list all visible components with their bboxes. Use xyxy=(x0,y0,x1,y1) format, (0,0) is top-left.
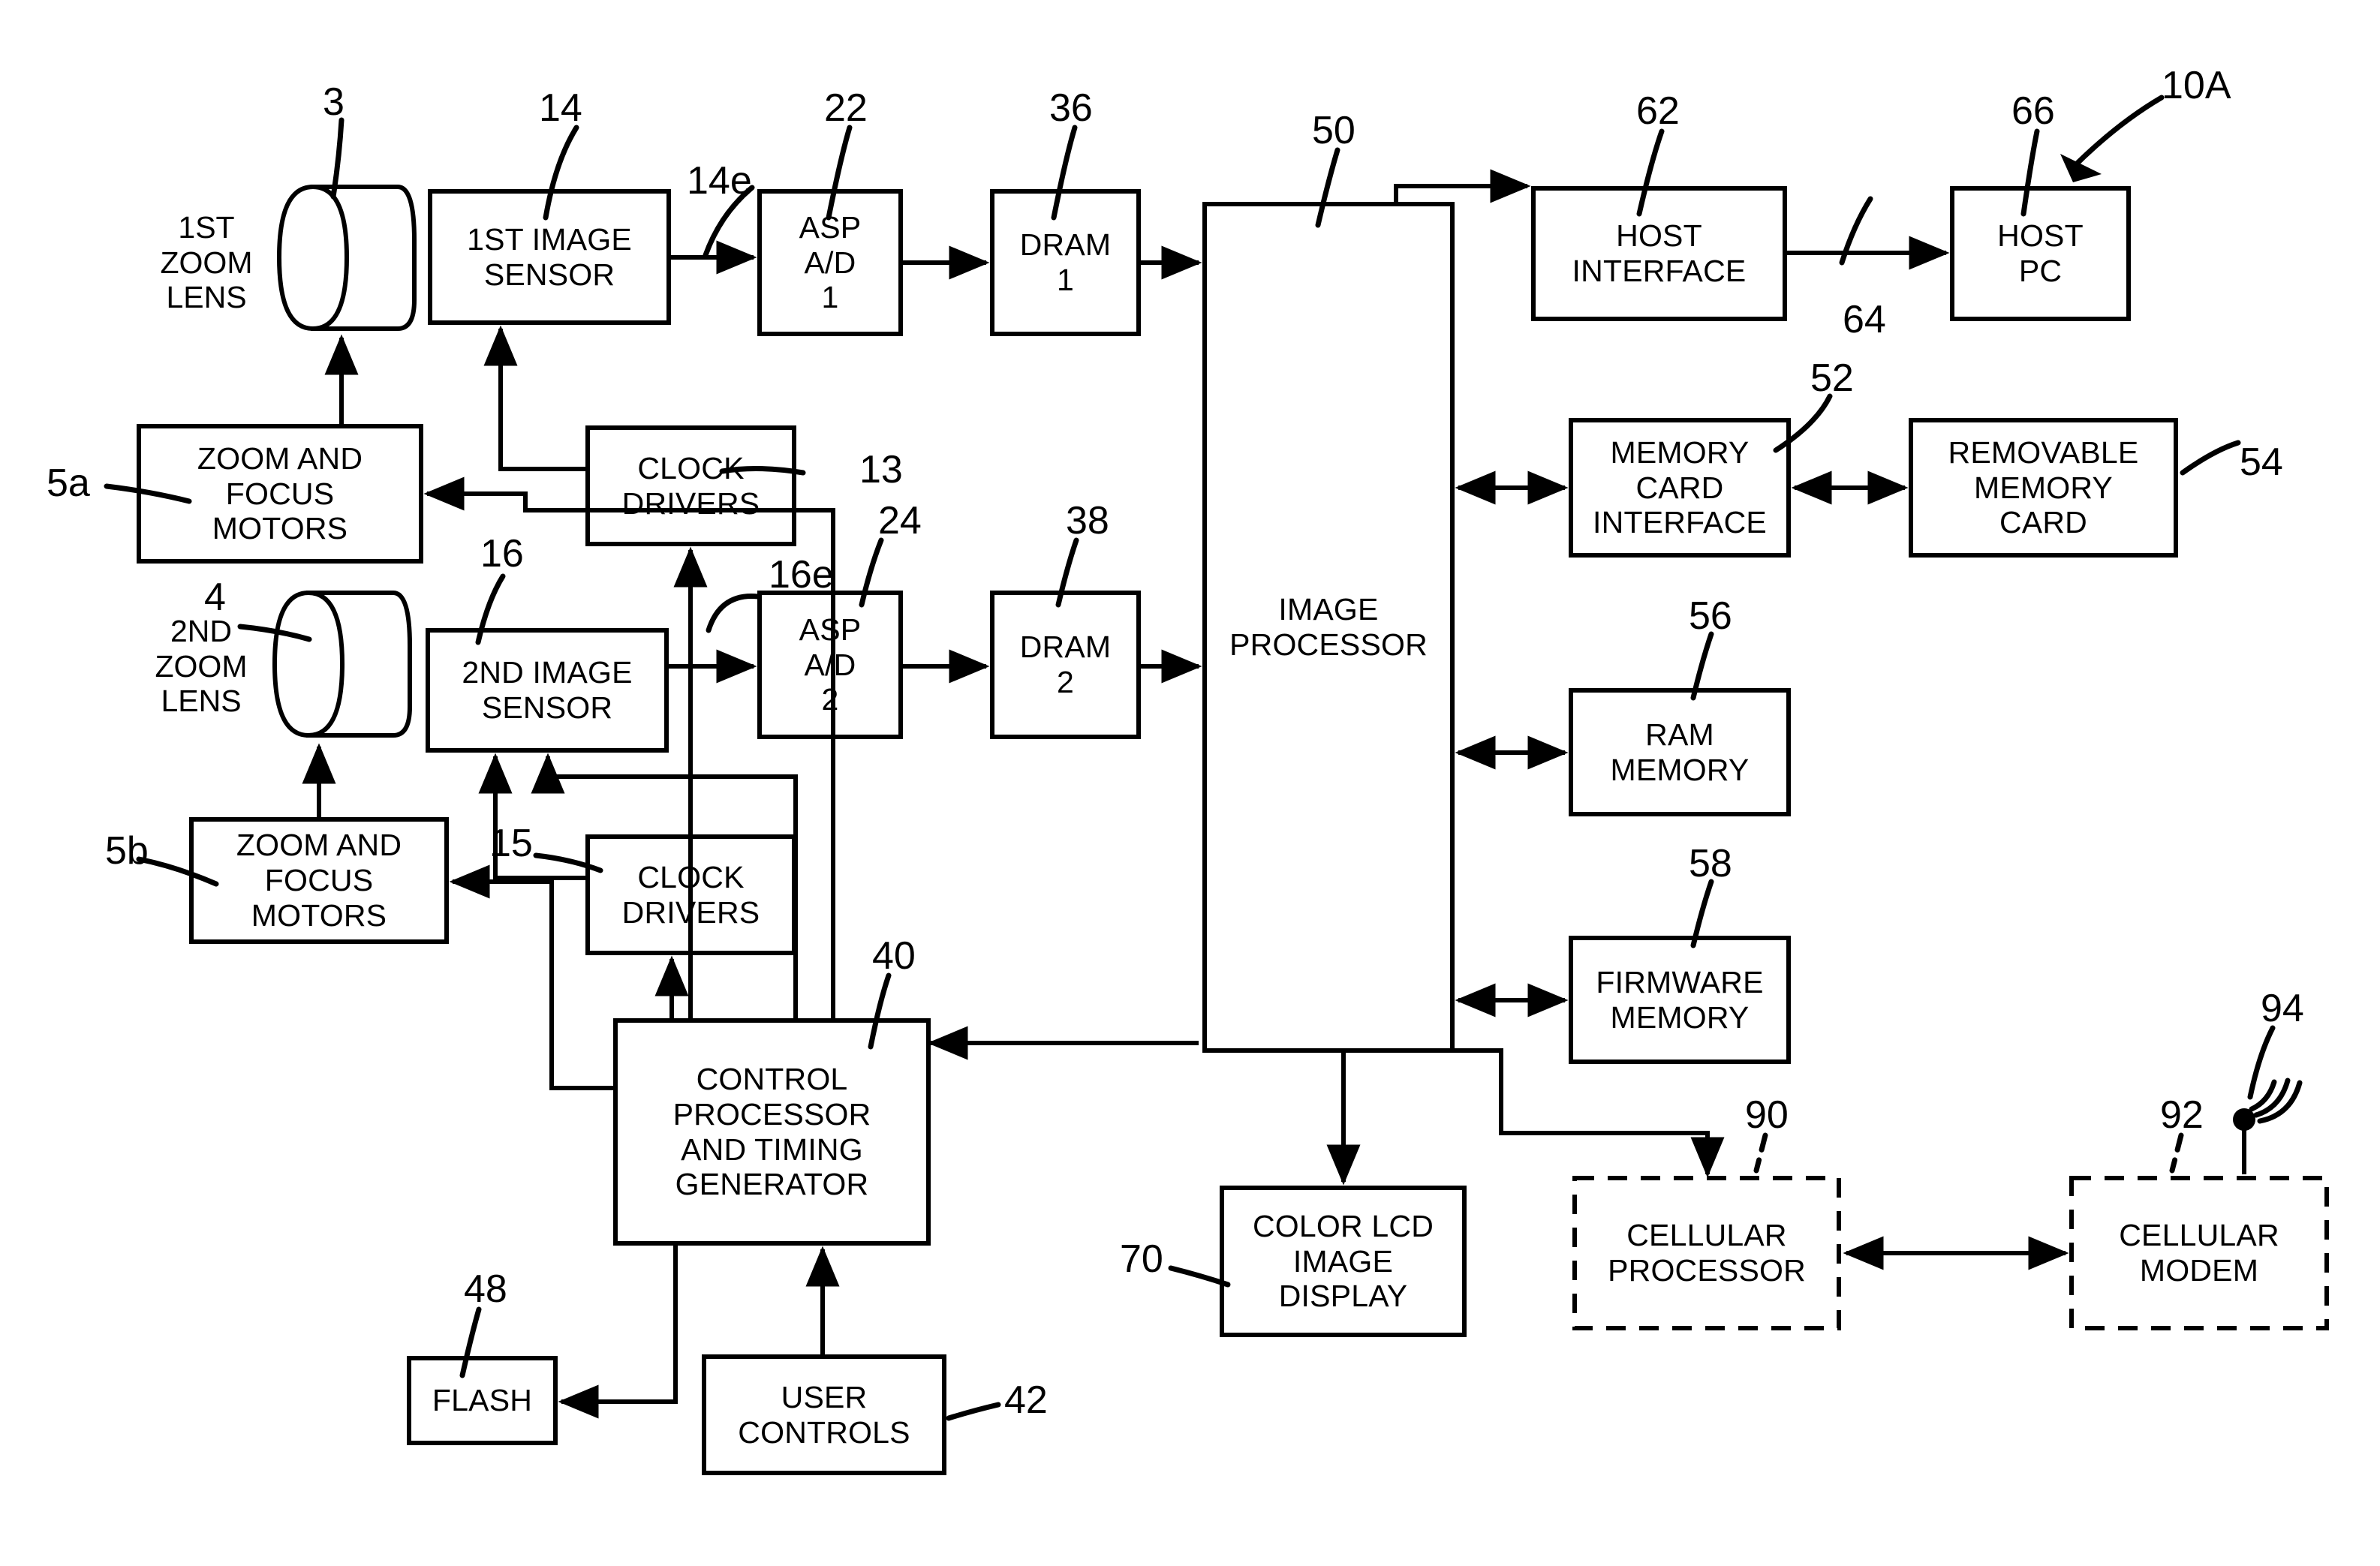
box-image-processor xyxy=(1202,202,1455,1053)
second-zoom-lens-glyph xyxy=(272,590,412,738)
ref-numeral-dram1: 36 xyxy=(1049,86,1093,130)
ref-numeral-sensor2-out: 16e xyxy=(769,553,834,597)
box-cellular-modem xyxy=(2069,1176,2329,1330)
ref-numeral-dram2: 38 xyxy=(1066,499,1109,543)
leader-ref-92 xyxy=(2169,1132,2184,1174)
box-cellular-processor xyxy=(1572,1176,1841,1330)
box-asp-ad-2 xyxy=(757,591,903,739)
box-second-image-sensor xyxy=(426,628,669,753)
box-dram-1 xyxy=(990,189,1141,336)
ref-numeral-cellular-modem: 92 xyxy=(2160,1093,2204,1137)
ref-numeral-lens2: 4 xyxy=(204,576,226,619)
ref-numeral-removable-memory-card: 54 xyxy=(2240,440,2283,484)
ref-numeral-antenna: 94 xyxy=(2261,987,2304,1030)
ref-numeral-sensor1-out: 14e xyxy=(687,159,752,203)
wire-imageprocessor-to-hostinterface xyxy=(1394,169,1531,204)
ref-numeral-control-processor: 40 xyxy=(872,934,916,978)
antenna-node-icon xyxy=(2233,1108,2255,1131)
ref-numeral-lcd: 70 xyxy=(1120,1237,1163,1281)
box-clock-drivers-1 xyxy=(585,425,796,546)
box-control-processor xyxy=(613,1018,931,1246)
box-ram-memory xyxy=(1569,688,1791,816)
ref-numeral-asp1: 22 xyxy=(824,86,868,130)
ref-numeral-memory-card-interface: 52 xyxy=(1810,356,1854,400)
label-first-zoom-lens: 1ST ZOOM LENS xyxy=(160,210,253,315)
ref-numeral-flash: 48 xyxy=(464,1267,507,1311)
ref-numeral-motors-b: 5b xyxy=(105,829,149,873)
leader-ref-16e xyxy=(706,594,761,633)
leader-ref-42 xyxy=(946,1402,1001,1421)
ref-numeral-host-interface: 62 xyxy=(1636,89,1680,133)
leader-ref-90 xyxy=(1753,1132,1768,1174)
box-zoom-focus-motors-a xyxy=(137,424,423,564)
label-second-zoom-lens: 2ND ZOOM LENS xyxy=(155,614,248,719)
box-host-interface xyxy=(1531,186,1787,321)
ref-numeral-image-processor: 50 xyxy=(1312,109,1355,152)
box-dram-2 xyxy=(990,591,1141,739)
box-removable-memory-card xyxy=(1909,418,2178,558)
ref-numeral-host-link: 64 xyxy=(1843,298,1886,341)
leader-ref-10A xyxy=(2069,95,2165,172)
ref-numeral-firmware: 58 xyxy=(1689,842,1732,885)
box-color-lcd-image-display xyxy=(1220,1186,1467,1337)
ref-numeral-clock1: 13 xyxy=(859,448,903,491)
ref-numeral-lens1: 3 xyxy=(323,80,345,124)
ref-numeral-sensor2: 16 xyxy=(480,532,524,576)
diagram-vector-layer xyxy=(104,95,2329,1475)
box-user-controls xyxy=(702,1354,946,1475)
ref-numeral-clock2: 15 xyxy=(489,822,533,865)
box-host-pc xyxy=(1950,186,2131,321)
box-zoom-focus-motors-b xyxy=(189,817,449,944)
wire-imageprocessor-to-cellularprocessor xyxy=(1452,1048,1725,1178)
ref-numeral-user-controls: 42 xyxy=(1004,1378,1048,1422)
patent-figure-canvas: 1ST IMAGE SENSOR ASP A/D 1 DRAM 1 IMAGE … xyxy=(0,0,2380,1566)
wire-clockdrivers1-to-sensor1 xyxy=(483,325,588,471)
ref-numeral-figure: 10A xyxy=(2162,64,2231,107)
leader-ref-54 xyxy=(2180,440,2241,476)
box-firmware-memory xyxy=(1569,936,1791,1064)
leader-ref-94 xyxy=(2247,1025,2276,1100)
ref-numeral-ram: 56 xyxy=(1689,594,1732,638)
box-memory-card-interface xyxy=(1569,418,1791,558)
leader-ref-70 xyxy=(1168,1265,1231,1288)
ref-numeral-asp2: 24 xyxy=(878,499,922,543)
ref-numeral-motors-a: 5a xyxy=(47,461,90,505)
ref-numeral-cellular-processor: 90 xyxy=(1745,1093,1789,1137)
ref-numeral-host-pc: 66 xyxy=(2011,89,2055,133)
box-flash xyxy=(407,1356,558,1445)
ref-numeral-sensor1: 14 xyxy=(539,86,582,130)
wire-controlprocessor-to-flash xyxy=(558,1243,678,1419)
first-zoom-lens-glyph xyxy=(276,184,417,332)
